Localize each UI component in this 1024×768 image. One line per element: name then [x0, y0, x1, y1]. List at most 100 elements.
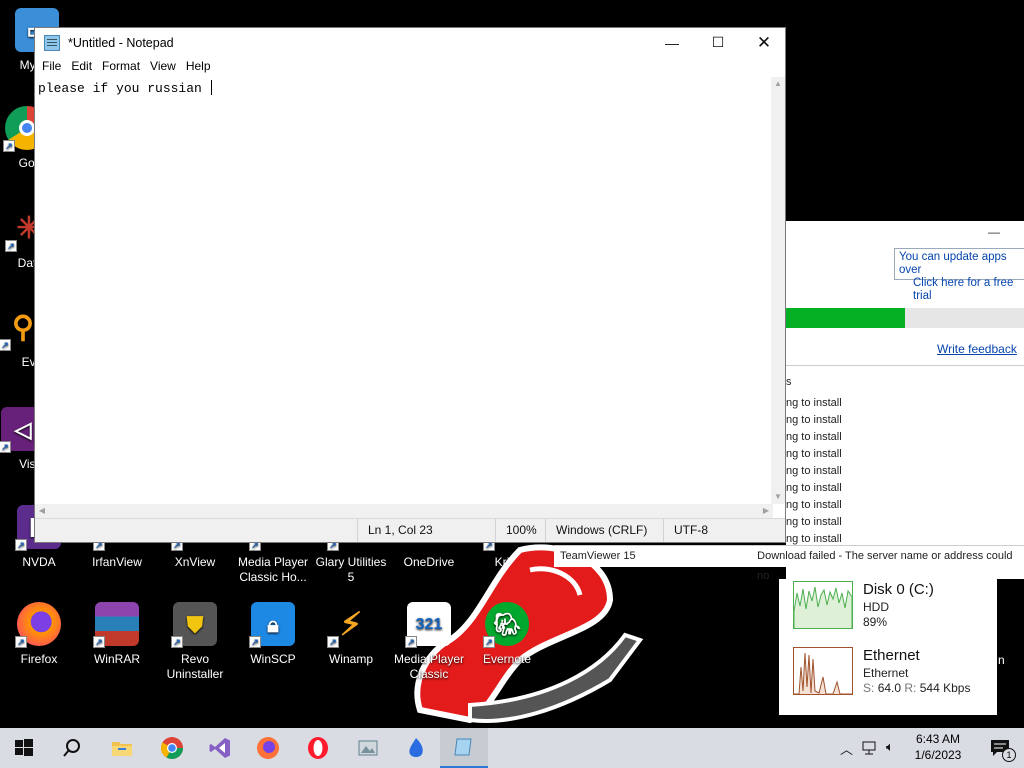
desktop-icon-winrar[interactable]: ↗ WinRAR — [80, 602, 154, 667]
close-button[interactable]: ✕ — [741, 28, 787, 57]
list-item[interactable]: ng to install — [786, 515, 842, 532]
maximize-button[interactable]: ☐ — [695, 28, 741, 57]
write-feedback-link[interactable]: Write feedback — [937, 342, 1017, 356]
menu-bar: File Edit Format View Help — [35, 57, 785, 77]
volume-icon[interactable]: 🔈︎ — [886, 739, 894, 755]
photo-viewer-icon — [358, 740, 378, 756]
menu-view[interactable]: View — [145, 57, 181, 77]
magnifier-icon: ⚲ — [12, 310, 34, 344]
text-caret — [210, 80, 212, 95]
menu-file[interactable]: File — [37, 57, 66, 77]
taskbar-chrome[interactable] — [148, 728, 196, 768]
desktop-icon-label: WinRAR — [93, 652, 140, 666]
shortcut-arrow-icon: ↗ — [0, 339, 11, 351]
cursor-position: Ln 1, Col 23 — [357, 519, 497, 542]
blue-flame-icon — [409, 738, 423, 757]
list-item[interactable]: ng to install — [786, 396, 842, 413]
horizontal-scrollbar[interactable]: ◀ ▶ — [35, 504, 773, 518]
desktop-icon-firefox[interactable]: ↗ Firefox — [2, 602, 76, 667]
lightning-icon: ⚡︎ — [339, 605, 363, 642]
disk-type: HDD — [863, 600, 889, 614]
progress-fill — [786, 308, 905, 328]
text-editor-area[interactable]: please if you russian — [35, 77, 773, 504]
desktop-icon-evernote[interactable]: 🐘︎ ↗ Evernote — [470, 602, 544, 667]
list-item[interactable]: ng to install — [786, 430, 842, 447]
desktop-icon-label: NVDA — [22, 555, 56, 569]
taskbar-visual-studio[interactable] — [196, 728, 244, 768]
shortcut-arrow-icon: ↗ — [15, 636, 27, 648]
update-promo-banner[interactable]: You can update apps over Click here for … — [894, 248, 1024, 302]
ethernet-subtitle: Ethernet — [863, 666, 909, 680]
list-item[interactable]: ng to install — [786, 481, 842, 498]
scroll-left-icon[interactable]: ◀ — [35, 504, 49, 518]
folder-icon — [112, 742, 132, 756]
scroll-up-icon[interactable]: ▲ — [771, 77, 785, 91]
desktop-icon-media-player-classic[interactable]: 321 ↗ Media Player Classic — [392, 602, 466, 682]
shortcut-arrow-icon: ↗ — [171, 636, 183, 648]
chrome-icon — [161, 737, 183, 759]
perf-item-ethernet[interactable]: Ethernet Ethernet S: 64.0 R: 544 Kbps — [793, 647, 993, 695]
app-name: TeamViewer 15 — [560, 550, 636, 562]
ethernet-activity-graph — [793, 647, 853, 695]
taskbar-notepad[interactable] — [440, 728, 488, 768]
list-item[interactable]: ng to install — [786, 464, 842, 481]
scroll-down-icon[interactable]: ▼ — [771, 490, 785, 504]
notepad-icon — [44, 34, 60, 51]
clapperboard-icon: 321 — [415, 615, 443, 633]
network-icon[interactable] — [862, 740, 880, 756]
desktop-icon-revo-uninstaller[interactable]: ⛊ ↗ Revo Uninstaller — [158, 602, 232, 682]
firefox-icon — [257, 737, 279, 759]
window-title: *Untitled - Notepad — [68, 35, 174, 50]
taskbar-file-explorer[interactable] — [98, 728, 146, 768]
desktop-icon-label: Media Player Classic — [393, 652, 465, 681]
menu-format[interactable]: Format — [97, 57, 145, 77]
taskbar-opera[interactable] — [294, 728, 342, 768]
desktop-icon-label: Revo Uninstaller — [166, 652, 224, 681]
start-button[interactable] — [0, 728, 48, 768]
shortcut-arrow-icon: ↗ — [3, 140, 15, 152]
desktop-icon-winamp[interactable]: ⚡︎ ↗ Winamp — [314, 602, 388, 667]
recv-label: R: — [904, 681, 917, 695]
clock[interactable]: 6:43 AM 1/6/2023 — [906, 731, 970, 763]
notification-center-button[interactable]: 1 — [976, 728, 1024, 768]
menu-help[interactable]: Help — [181, 57, 216, 77]
list-item[interactable]: ng to install — [786, 447, 842, 464]
notepad-title-bar[interactable]: *Untitled - Notepad — ☐ ✕ — [35, 28, 785, 57]
taskbar-firefox[interactable] — [244, 728, 292, 768]
list-item[interactable]: ng to install — [786, 413, 842, 430]
elephant-icon: 🐘︎ — [493, 611, 521, 637]
vertical-scrollbar[interactable]: ▲ ▼ — [771, 77, 785, 504]
taskbar-app-blue[interactable] — [392, 728, 440, 768]
opera-icon — [308, 737, 328, 759]
shortcut-arrow-icon: ↗ — [0, 441, 11, 453]
desktop-icon-winscp[interactable]: 🔒︎ ↗ WinSCP — [236, 602, 310, 667]
menu-edit[interactable]: Edit — [66, 57, 97, 77]
shortcut-arrow-icon: ↗ — [15, 539, 27, 551]
chevron-up-icon[interactable]: ︿ — [840, 739, 853, 758]
taskbar-photo-viewer[interactable] — [344, 728, 392, 768]
list-header-fragment: s — [786, 376, 792, 388]
clock-date: 1/6/2023 — [914, 748, 962, 762]
shortcut-arrow-icon: ↗ — [405, 636, 417, 648]
ethernet-throughput: S: 64.0 R: 544 Kbps — [863, 681, 970, 695]
encoding: UTF-8 — [663, 519, 785, 542]
taskbar: ︿ 🔈︎ 6:43 AM 1/6/2023 1 — [0, 728, 1024, 768]
promo-line-2: Click here for a free trial — [913, 277, 1014, 302]
perf-item-disk[interactable]: Disk 0 (C:) HDD 89% — [793, 581, 993, 629]
desktop-icon-label: Winamp — [328, 652, 373, 666]
scroll-right-icon[interactable]: ▶ — [759, 504, 773, 518]
desktop-icon-label: Evernote — [482, 652, 532, 666]
notepad-icon — [454, 738, 472, 756]
list-item-teamviewer[interactable]: TeamViewer 15 Download failed - The serv… — [554, 545, 1024, 582]
disk-title: Disk 0 (C:) — [863, 581, 934, 598]
search-button[interactable] — [48, 728, 96, 768]
clock-time: 6:43 AM — [915, 732, 961, 746]
minimize-button[interactable]: — — [649, 28, 695, 57]
desktop-icon-label: WinSCP — [250, 652, 296, 666]
minimize-button[interactable]: — — [988, 225, 1000, 239]
desktop-icon-label: IrfanView — [92, 555, 142, 569]
visual-studio-icon — [209, 738, 230, 758]
lock-icon: 🔒︎ — [267, 611, 279, 637]
line-ending: Windows (CRLF) — [545, 519, 665, 542]
list-item[interactable]: ng to install — [786, 498, 842, 515]
